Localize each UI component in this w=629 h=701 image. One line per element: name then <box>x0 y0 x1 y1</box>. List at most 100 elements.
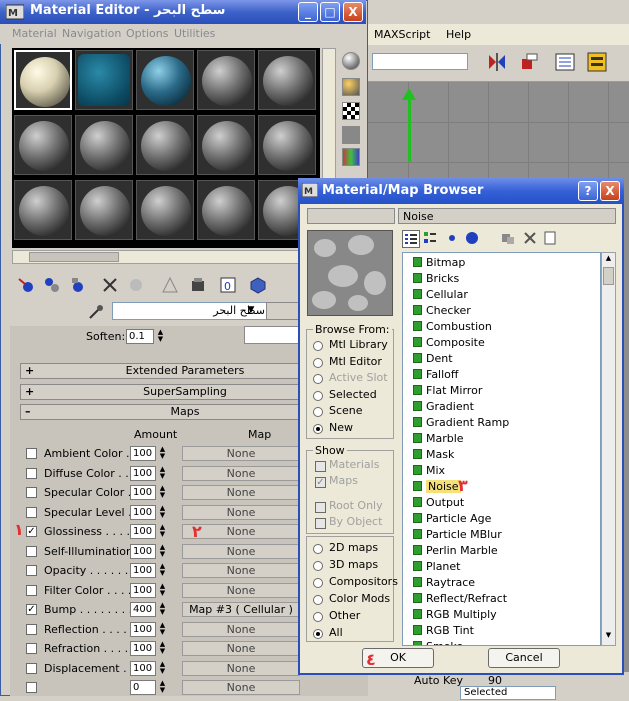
map-amount-spinner[interactable]: ▲ ▼ <box>158 660 167 676</box>
selection-dropdown[interactable] <box>372 53 468 70</box>
map-slot-button[interactable]: None <box>182 543 300 559</box>
reset-map-icon[interactable] <box>100 276 120 296</box>
pick-material-icon[interactable] <box>88 304 104 320</box>
map-list-item[interactable]: Flat Mirror <box>413 383 482 399</box>
sample-slot[interactable] <box>136 50 194 110</box>
map-browser-titlebar[interactable]: M Material/Map Browser ? X <box>298 178 624 204</box>
slots-horizontal-scrollbar[interactable] <box>12 250 320 264</box>
layer-manager-icon[interactable] <box>554 51 576 73</box>
map-amount-spinner[interactable]: ▲ ▼ <box>158 504 167 520</box>
map-list-item[interactable]: Particle MBlur <box>413 527 502 543</box>
map-amount-field[interactable]: 100 <box>130 465 156 481</box>
map-slot-button[interactable]: None <box>182 641 300 656</box>
map-list-item[interactable]: RGB Multiply <box>413 607 497 623</box>
autokey-label[interactable]: Auto Key <box>414 674 463 687</box>
scroll-up-icon[interactable]: ▲ <box>603 254 614 266</box>
menu-utilities[interactable]: Utilities <box>174 27 215 40</box>
map-category-radio[interactable] <box>313 561 323 571</box>
browse-from-radio[interactable] <box>313 407 323 417</box>
scroll-thumb[interactable] <box>603 267 614 285</box>
update-scene-icon[interactable] <box>500 230 518 248</box>
map-category-radio[interactable] <box>313 544 323 554</box>
map-amount-field[interactable]: 100 <box>130 660 156 676</box>
map-enable-checkbox[interactable] <box>26 682 37 693</box>
map-category-radio[interactable] <box>313 612 323 622</box>
map-list-item[interactable]: Composite <box>413 335 485 351</box>
map-slot-button[interactable]: None <box>182 485 300 500</box>
cancel-button[interactable]: Cancel <box>488 648 560 668</box>
map-list-item[interactable]: Mask <box>413 447 454 463</box>
make-unique-icon[interactable] <box>160 276 180 296</box>
browse-from-radio[interactable] <box>313 374 323 384</box>
sample-slot[interactable] <box>14 115 72 175</box>
map-list-scrollbar[interactable]: ▲ ▼ <box>601 252 616 646</box>
get-material-icon[interactable] <box>16 276 36 296</box>
clear-icon[interactable] <box>542 230 560 248</box>
map-slot-button[interactable]: None <box>182 582 300 598</box>
sample-slot[interactable] <box>75 180 133 240</box>
sample-slot[interactable] <box>136 115 194 175</box>
sample-slot[interactable] <box>14 180 72 240</box>
map-amount-field[interactable]: 100 <box>130 524 156 539</box>
maximize-button[interactable]: □ <box>320 2 340 22</box>
map-list-item[interactable]: Noise <box>413 479 461 495</box>
map-amount-field[interactable]: 400 <box>130 602 156 617</box>
map-category-radio[interactable] <box>313 595 323 605</box>
video-color-check-icon[interactable] <box>342 148 360 166</box>
sample-uv-icon[interactable] <box>342 126 360 144</box>
soften-field[interactable]: 0.1 <box>126 329 154 344</box>
soften-spinner[interactable]: ▲ ▼ <box>156 329 165 344</box>
map-list[interactable]: Bitmap Bricks Cellular Checker Combustion Com… <box>402 252 601 646</box>
map-slot-button[interactable]: None <box>182 446 300 461</box>
sample-slot[interactable] <box>75 115 133 175</box>
browse-from-radio[interactable] <box>313 390 323 401</box>
scroll-down-icon[interactable]: ▼ <box>603 631 614 643</box>
map-enable-checkbox[interactable] <box>26 565 37 576</box>
map-amount-field[interactable]: 0 <box>130 680 156 695</box>
map-list-item[interactable]: Cellular <box>413 287 468 303</box>
map-slot-button[interactable]: None <box>182 621 300 637</box>
menu-options[interactable]: Options <box>126 27 168 40</box>
close-button[interactable]: X <box>343 2 363 22</box>
sample-slot[interactable] <box>197 180 255 240</box>
map-enable-checkbox[interactable] <box>26 467 37 479</box>
mirror-icon[interactable] <box>486 51 508 73</box>
sample-slot[interactable] <box>136 180 194 240</box>
map-amount-field[interactable]: 100 <box>130 621 156 637</box>
map-amount-spinner[interactable]: ▲ ▼ <box>158 621 167 637</box>
map-category-radio[interactable] <box>313 629 323 639</box>
sample-slot[interactable] <box>75 50 133 110</box>
map-list-item[interactable]: Raytrace <box>413 575 475 591</box>
map-list-item[interactable]: Falloff <box>413 367 458 383</box>
map-amount-spinner[interactable]: ▲ ▼ <box>158 524 167 539</box>
map-slot-button[interactable]: Map #3 ( Cellular ) <box>182 602 300 617</box>
map-amount-spinner[interactable]: ▲ ▼ <box>158 680 167 695</box>
map-list-item[interactable]: Planet <box>413 559 460 575</box>
map-amount-spinner[interactable]: ▲ ▼ <box>158 543 167 559</box>
map-list-item[interactable]: Output <box>413 495 464 511</box>
map-enable-checkbox[interactable] <box>26 584 37 596</box>
map-enable-checkbox[interactable] <box>26 623 37 635</box>
view-list-icons-icon[interactable] <box>422 230 440 248</box>
menu-maxscript[interactable]: MAXScript <box>374 28 430 41</box>
map-enable-checkbox[interactable] <box>26 545 37 557</box>
map-list-item[interactable]: Gradient Ramp <box>413 415 509 431</box>
delete-icon[interactable] <box>522 230 540 248</box>
map-list-item[interactable]: Dent <box>413 351 453 367</box>
browse-from-radio[interactable] <box>313 341 323 351</box>
map-list-item[interactable]: Particle Age <box>413 511 491 527</box>
material-editor-titlebar[interactable]: M Material Editor - سطح البحر _ □ X <box>0 0 366 24</box>
map-list-item[interactable]: Reflect/Refract <box>413 591 507 607</box>
map-amount-spinner[interactable]: ▲ ▼ <box>158 641 167 656</box>
map-enable-checkbox[interactable] <box>26 643 37 654</box>
by-object-checkbox[interactable] <box>315 518 326 529</box>
map-amount-field[interactable]: 100 <box>130 582 156 598</box>
put-to-library-icon[interactable] <box>188 276 208 296</box>
map-amount-field[interactable]: 100 <box>130 446 156 461</box>
chevron-down-icon[interactable]: ▼ <box>244 303 258 317</box>
maps-checkbox[interactable]: ✓ <box>315 477 326 488</box>
root-only-checkbox[interactable] <box>315 502 326 513</box>
map-enable-checkbox[interactable] <box>26 662 37 674</box>
menu-navigation[interactable]: Navigation <box>62 27 121 40</box>
map-amount-field[interactable]: 100 <box>130 485 156 500</box>
